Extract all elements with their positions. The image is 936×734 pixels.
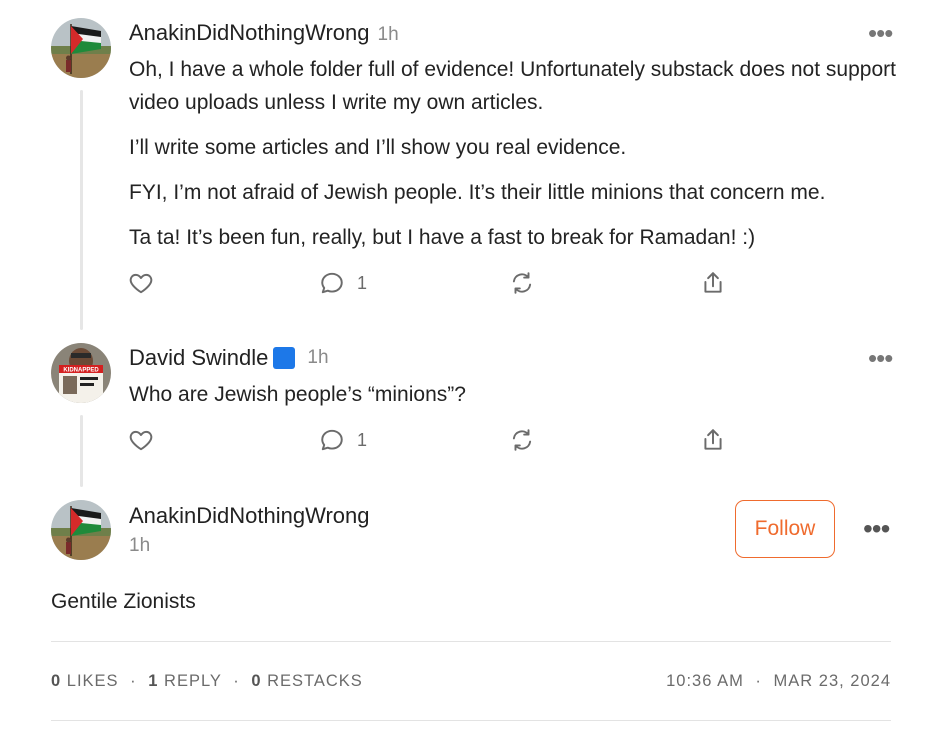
avatar-flag-image (51, 18, 111, 78)
comment-paragraph: Oh, I have a whole folder full of eviden… (129, 58, 896, 114)
reply-button[interactable]: 1 (319, 427, 367, 453)
comment-paragraph: FYI, I’m not afraid of Jewish people. It… (129, 181, 826, 204)
more-icon[interactable]: ••• (868, 345, 893, 371)
avatar[interactable]: KIDNAPPED (51, 343, 111, 403)
follow-button[interactable]: Follow (735, 500, 835, 558)
restack-button[interactable] (509, 270, 535, 296)
restack-button[interactable] (509, 427, 535, 453)
blue-square-icon (273, 347, 296, 369)
reply-button[interactable]: 1 (319, 270, 367, 296)
restacks-stat[interactable]: 0 RESTACKS (251, 672, 363, 690)
engagement-stats: 0 LIKES · 1 REPLY · 0 RESTACKS (51, 672, 363, 690)
share-icon (704, 429, 722, 450)
heart-icon (129, 430, 153, 451)
thread-line (80, 415, 83, 487)
timestamp[interactable]: 1h (129, 535, 150, 557)
post-time: 10:36 AM (666, 672, 744, 690)
share-icon (704, 272, 722, 293)
like-button[interactable] (128, 270, 154, 296)
likes-stat[interactable]: 0 LIKES (51, 672, 119, 690)
divider (51, 720, 891, 721)
comment-paragraph: Ta ta! It’s been fun, really, but I have… (129, 226, 756, 249)
heart-icon (129, 273, 153, 294)
comment-header: David Swindle 1h (129, 345, 329, 371)
comment-text: Who are Jewish people’s “minions”? (129, 383, 466, 406)
post-date: MAR 23, 2024 (773, 672, 891, 690)
comment-paragraph: I’ll write some articles and I’ll show y… (129, 136, 627, 159)
timestamp[interactable]: 1h (378, 24, 399, 45)
thread-line (80, 90, 83, 330)
sign-text: KIDNAPPED (63, 368, 99, 374)
more-icon[interactable]: ••• (868, 20, 893, 46)
restack-icon (512, 429, 532, 451)
like-button[interactable] (128, 427, 154, 453)
author-name[interactable]: David Swindle (129, 345, 268, 371)
author-name[interactable]: AnakinDidNothingWrong (129, 503, 370, 529)
author-name[interactable]: AnakinDidNothingWrong (129, 20, 370, 45)
divider (51, 641, 891, 642)
comment-icon (321, 272, 343, 294)
share-button[interactable] (700, 427, 726, 453)
avatar-person-image: KIDNAPPED (51, 343, 111, 403)
avatar-flag-image (51, 500, 111, 560)
avatar[interactable] (51, 18, 111, 78)
restack-icon (512, 272, 532, 294)
avatar[interactable] (51, 500, 111, 560)
comment-icon (321, 429, 343, 451)
share-button[interactable] (700, 270, 726, 296)
comment-body: Gentile Zionists (51, 590, 196, 613)
more-icon[interactable]: ••• (863, 515, 890, 543)
reply-count: 1 (357, 272, 368, 293)
timestamp[interactable]: 1h (307, 347, 328, 369)
comment-header: AnakinDidNothingWrong 1h (129, 20, 399, 46)
post-datetime[interactable]: 10:36 AM · MAR 23, 2024 (666, 672, 891, 691)
reply-count: 1 (357, 429, 368, 450)
replies-stat[interactable]: 1 REPLY (148, 672, 221, 690)
